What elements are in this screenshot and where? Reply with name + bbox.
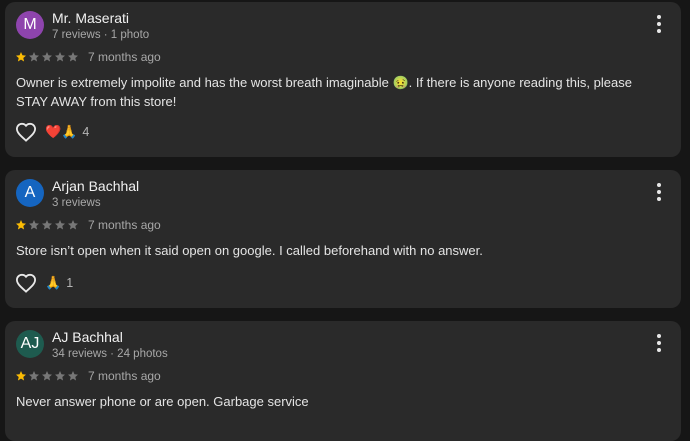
star-empty-icon [55, 220, 65, 230]
review-text: Owner is extremely impolite and has the … [16, 75, 632, 109]
reviewer-meta: 34 reviews · 24 photos [52, 348, 168, 360]
reaction-count: 4 [82, 125, 90, 139]
review-card: AJ AJ Bachhal 34 reviews · 24 photos 7 m… [5, 321, 681, 441]
star-empty-icon [42, 52, 52, 62]
like-heart-icon[interactable] [15, 122, 37, 142]
star-empty-icon [68, 371, 78, 381]
review-text: Store isn’t open when it said open on go… [16, 243, 483, 258]
star-empty-icon [68, 220, 78, 230]
review-card: A Arjan Bachhal 3 reviews 7 months ago S… [5, 170, 681, 308]
review-time: 7 months ago [88, 369, 161, 383]
reactions[interactable]: 🙏 1 [45, 275, 73, 291]
avatar[interactable]: M [16, 11, 44, 39]
star-filled-icon [16, 220, 26, 230]
review-time: 7 months ago [88, 218, 161, 232]
star-empty-icon [55, 52, 65, 62]
reviewer-meta: 3 reviews [52, 197, 101, 209]
reviewer-name[interactable]: Mr. Maserati [52, 10, 129, 26]
reviewer-name[interactable]: Arjan Bachhal [52, 178, 139, 194]
reaction-emoji: 🙏 [45, 275, 62, 290]
review-time: 7 months ago [88, 50, 161, 64]
avatar[interactable]: AJ [16, 330, 44, 358]
star-empty-icon [68, 52, 78, 62]
star-empty-icon [29, 220, 39, 230]
review-card: M Mr. Maserati 7 reviews · 1 photo 7 mon… [5, 2, 681, 157]
review-text: Never answer phone or are open. Garbage … [16, 394, 309, 409]
star-empty-icon [29, 52, 39, 62]
reviewer-name[interactable]: AJ Bachhal [52, 329, 123, 345]
star-empty-icon [42, 371, 52, 381]
star-empty-icon [29, 371, 39, 381]
star-rating [15, 370, 80, 382]
reviewer-meta: 7 reviews · 1 photo [52, 29, 150, 41]
avatar[interactable]: A [16, 179, 44, 207]
like-heart-icon[interactable] [15, 273, 37, 293]
star-filled-icon [16, 52, 26, 62]
star-rating [15, 219, 80, 231]
reactions[interactable]: ❤️🙏 4 [45, 124, 89, 140]
more-options-icon[interactable] [653, 333, 665, 353]
star-rating [15, 51, 80, 63]
more-options-icon[interactable] [653, 14, 665, 34]
reaction-emoji: ❤️🙏 [45, 124, 78, 139]
reaction-count: 1 [66, 276, 74, 290]
more-options-icon[interactable] [653, 182, 665, 202]
star-empty-icon [42, 220, 52, 230]
star-filled-icon [16, 371, 26, 381]
star-empty-icon [55, 371, 65, 381]
